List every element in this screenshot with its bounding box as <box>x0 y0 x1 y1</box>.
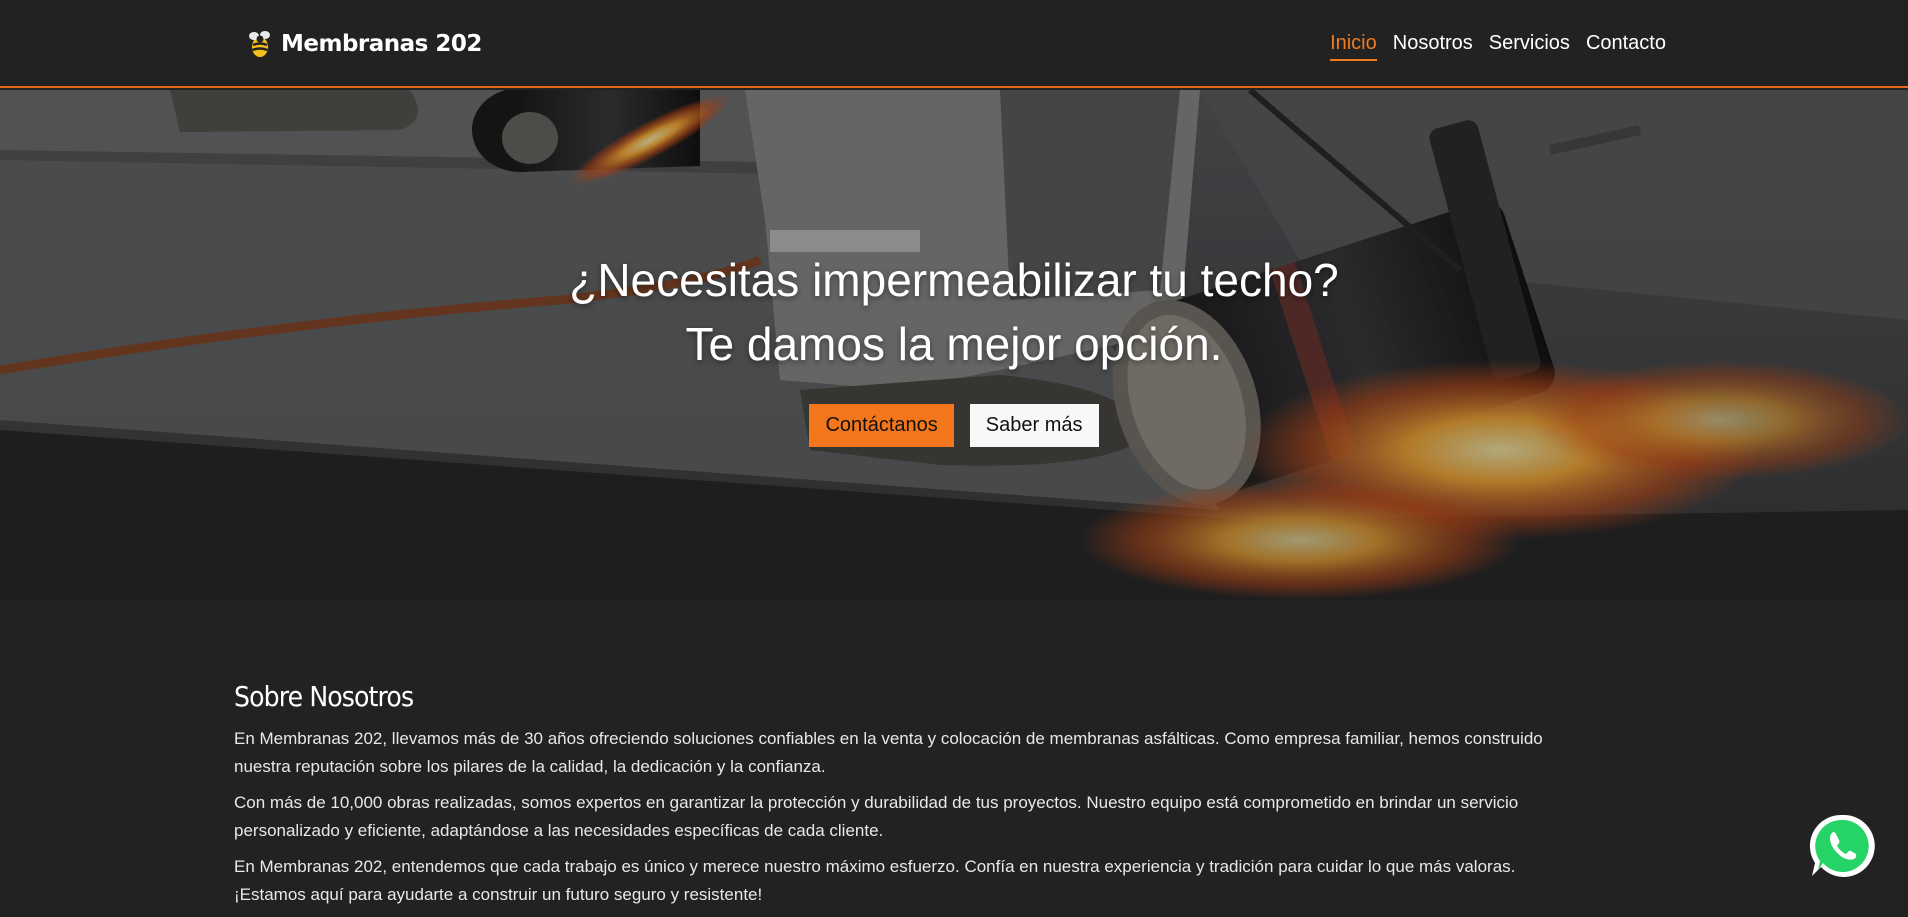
hero-title: ¿Necesitas impermeabilizar tu techo? Te … <box>0 248 1908 376</box>
contact-button[interactable]: Contáctanos <box>809 404 954 447</box>
whatsapp-icon[interactable] <box>1809 813 1875 879</box>
bee-logo-icon <box>249 31 270 57</box>
nav-link-inicio[interactable]: Inicio <box>1330 32 1377 61</box>
nav-link-contacto[interactable]: Contacto <box>1586 32 1666 61</box>
learn-more-button[interactable]: Saber más <box>969 404 1099 447</box>
main-nav: Inicio Nosotros Servicios Contacto <box>1330 32 1666 61</box>
hero-title-line-1: ¿Necesitas impermeabilizar tu techo? <box>569 254 1339 306</box>
nav-link-servicios[interactable]: Servicios <box>1489 32 1570 61</box>
about-section: Sobre Nosotros En Membranas 202, llevamo… <box>234 680 1544 917</box>
about-paragraph-3: En Membranas 202, entendemos que cada tr… <box>234 857 1516 904</box>
hero-content: ¿Necesitas impermeabilizar tu techo? Te … <box>0 248 1908 447</box>
nav-link-nosotros[interactable]: Nosotros <box>1393 32 1473 61</box>
hero-section: ¿Necesitas impermeabilizar tu techo? Te … <box>0 90 1908 601</box>
brand-link[interactable]: Membranas 202 <box>247 26 482 62</box>
about-title: Sobre Nosotros <box>234 680 414 713</box>
hero-buttons: Contáctanos Saber más <box>0 404 1908 447</box>
hero-title-line-2: Te damos la mejor opción. <box>685 318 1223 370</box>
brand-name: Membranas 202 <box>281 31 482 57</box>
navbar: Membranas 202 Inicio Nosotros Servicios … <box>0 0 1908 88</box>
about-paragraph-1: En Membranas 202, llevamos más de 30 año… <box>234 729 1543 776</box>
about-paragraph-2: Con más de 10,000 obras realizadas, somo… <box>234 793 1519 840</box>
